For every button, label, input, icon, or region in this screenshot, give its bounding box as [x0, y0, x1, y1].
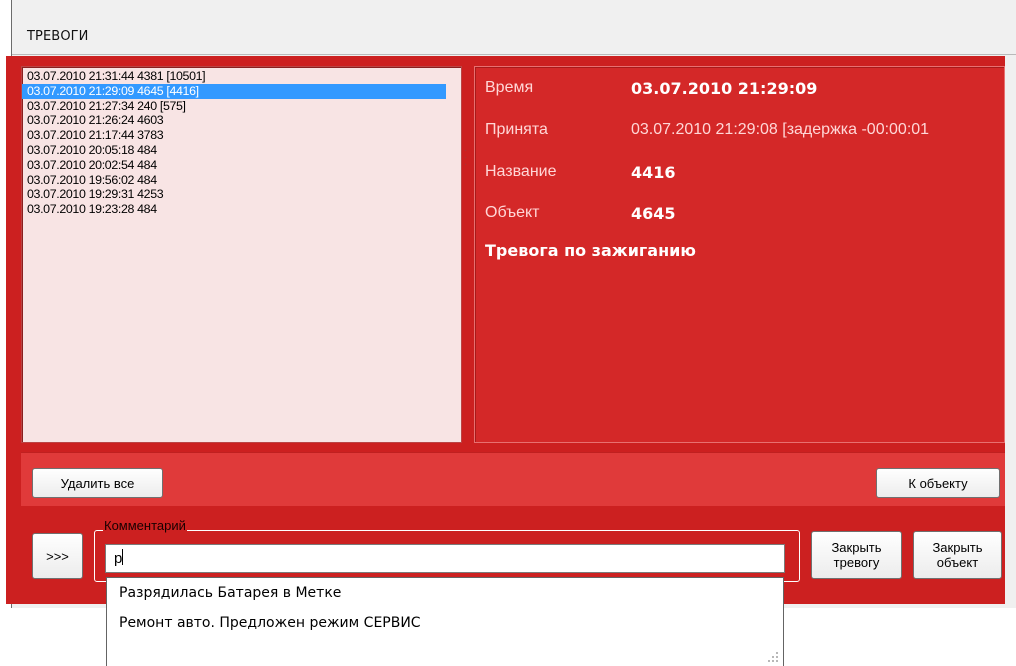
- alarm-list-item[interactable]: 03.07.2010 20:05:18 484: [22, 143, 461, 158]
- time-label: Время: [485, 79, 534, 96]
- time-value: 03.07.2010 21:29:09: [631, 79, 818, 98]
- close-object-label: Закрыть объект: [932, 540, 983, 570]
- autocomplete-dropdown[interactable]: Разрядилась Батарея в Метке Ремонт авто. …: [106, 577, 784, 666]
- name-value: 4416: [631, 163, 676, 182]
- alarm-list-item[interactable]: 03.07.2010 19:23:28 484: [22, 202, 461, 217]
- accepted-value: 03.07.2010 21:29:08 [задержка -00:00:01: [631, 121, 930, 138]
- delete-all-button[interactable]: Удалить все: [32, 468, 163, 498]
- accepted-label: Принята: [485, 121, 548, 138]
- window-titlebar: ТРЕВОГИ: [12, 0, 1016, 55]
- object-value: 4645: [631, 204, 676, 223]
- event-text: Тревога по зажиганию: [485, 241, 696, 260]
- expand-button[interactable]: >>>: [32, 533, 83, 579]
- alarm-list-item[interactable]: 03.07.2010 19:56:02 484: [22, 173, 461, 188]
- to-object-button[interactable]: К объекту: [876, 468, 1000, 498]
- name-label: Название: [485, 163, 557, 180]
- comment-input-value: р: [114, 550, 123, 567]
- splitter-handle[interactable]: · · ·: [464, 147, 470, 172]
- alarm-list-item[interactable]: 03.07.2010 19:29:31 4253: [22, 187, 461, 202]
- alarm-list-item[interactable]: 03.07.2010 21:29:09 4645 [4416]: [22, 83, 446, 99]
- button-bar: [21, 452, 1005, 506]
- alarm-list-item[interactable]: 03.07.2010 21:31:44 4381 [10501]: [22, 69, 461, 84]
- comment-input[interactable]: р: [105, 544, 785, 573]
- resize-grip-icon[interactable]: [764, 648, 780, 664]
- suggestion-item[interactable]: Разрядилась Батарея в Метке: [107, 578, 783, 608]
- comment-legend: Комментарий: [103, 518, 187, 533]
- alarm-details-panel: Время 03.07.2010 21:29:09 Принята 03.07.…: [474, 66, 1005, 443]
- alarm-list-item[interactable]: 03.07.2010 21:26:24 4603: [22, 113, 461, 128]
- suggestion-item[interactable]: Ремонт авто. Предложен режим СЕРВИС: [107, 608, 783, 638]
- close-alarm-button[interactable]: Закрыть тревогу: [811, 531, 902, 579]
- alarm-list[interactable]: 03.07.2010 21:31:44 4381 [10501] 03.07.20…: [21, 66, 462, 443]
- close-alarm-label: Закрыть тревогу: [831, 540, 882, 570]
- close-object-button[interactable]: Закрыть объект: [913, 531, 1002, 579]
- text-caret: [122, 549, 124, 565]
- alarm-list-item[interactable]: 03.07.2010 21:27:34 240 [575]: [22, 99, 461, 114]
- alarm-list-item[interactable]: 03.07.2010 21:17:44 3783: [22, 128, 461, 143]
- alarm-list-item[interactable]: 03.07.2010 20:02:54 484: [22, 158, 461, 173]
- object-label: Объект: [485, 204, 540, 221]
- window-title: ТРЕВОГИ: [27, 29, 89, 44]
